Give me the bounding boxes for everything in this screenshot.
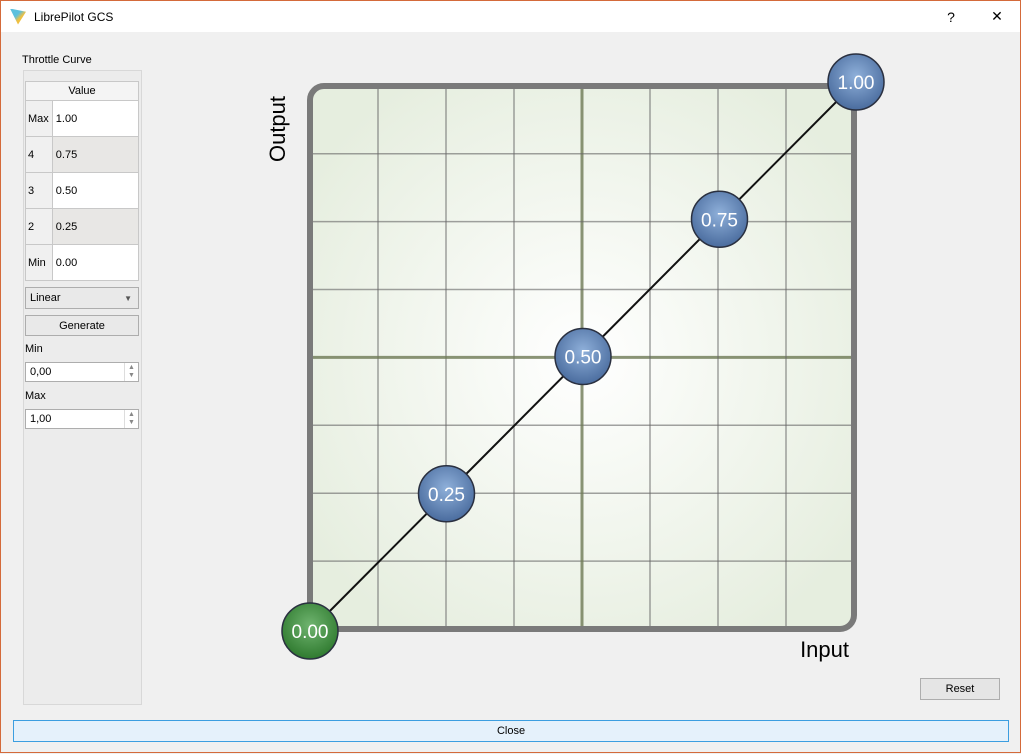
point-label: 0.25 [428, 485, 465, 506]
y-axis-label: Output [265, 96, 290, 162]
point-label: 1.00 [838, 73, 875, 94]
point-label: 0.50 [565, 348, 602, 369]
throttle-curve-chart[interactable]: 0.00 0.25 0.50 0.75 1.00 Output Input [1, 1, 1021, 754]
reset-button[interactable]: Reset [920, 678, 1000, 700]
point-label: 0.00 [292, 622, 329, 643]
point-label: 0.75 [701, 210, 738, 231]
close-button[interactable]: Close [13, 720, 1009, 742]
x-axis-label: Input [800, 637, 849, 662]
